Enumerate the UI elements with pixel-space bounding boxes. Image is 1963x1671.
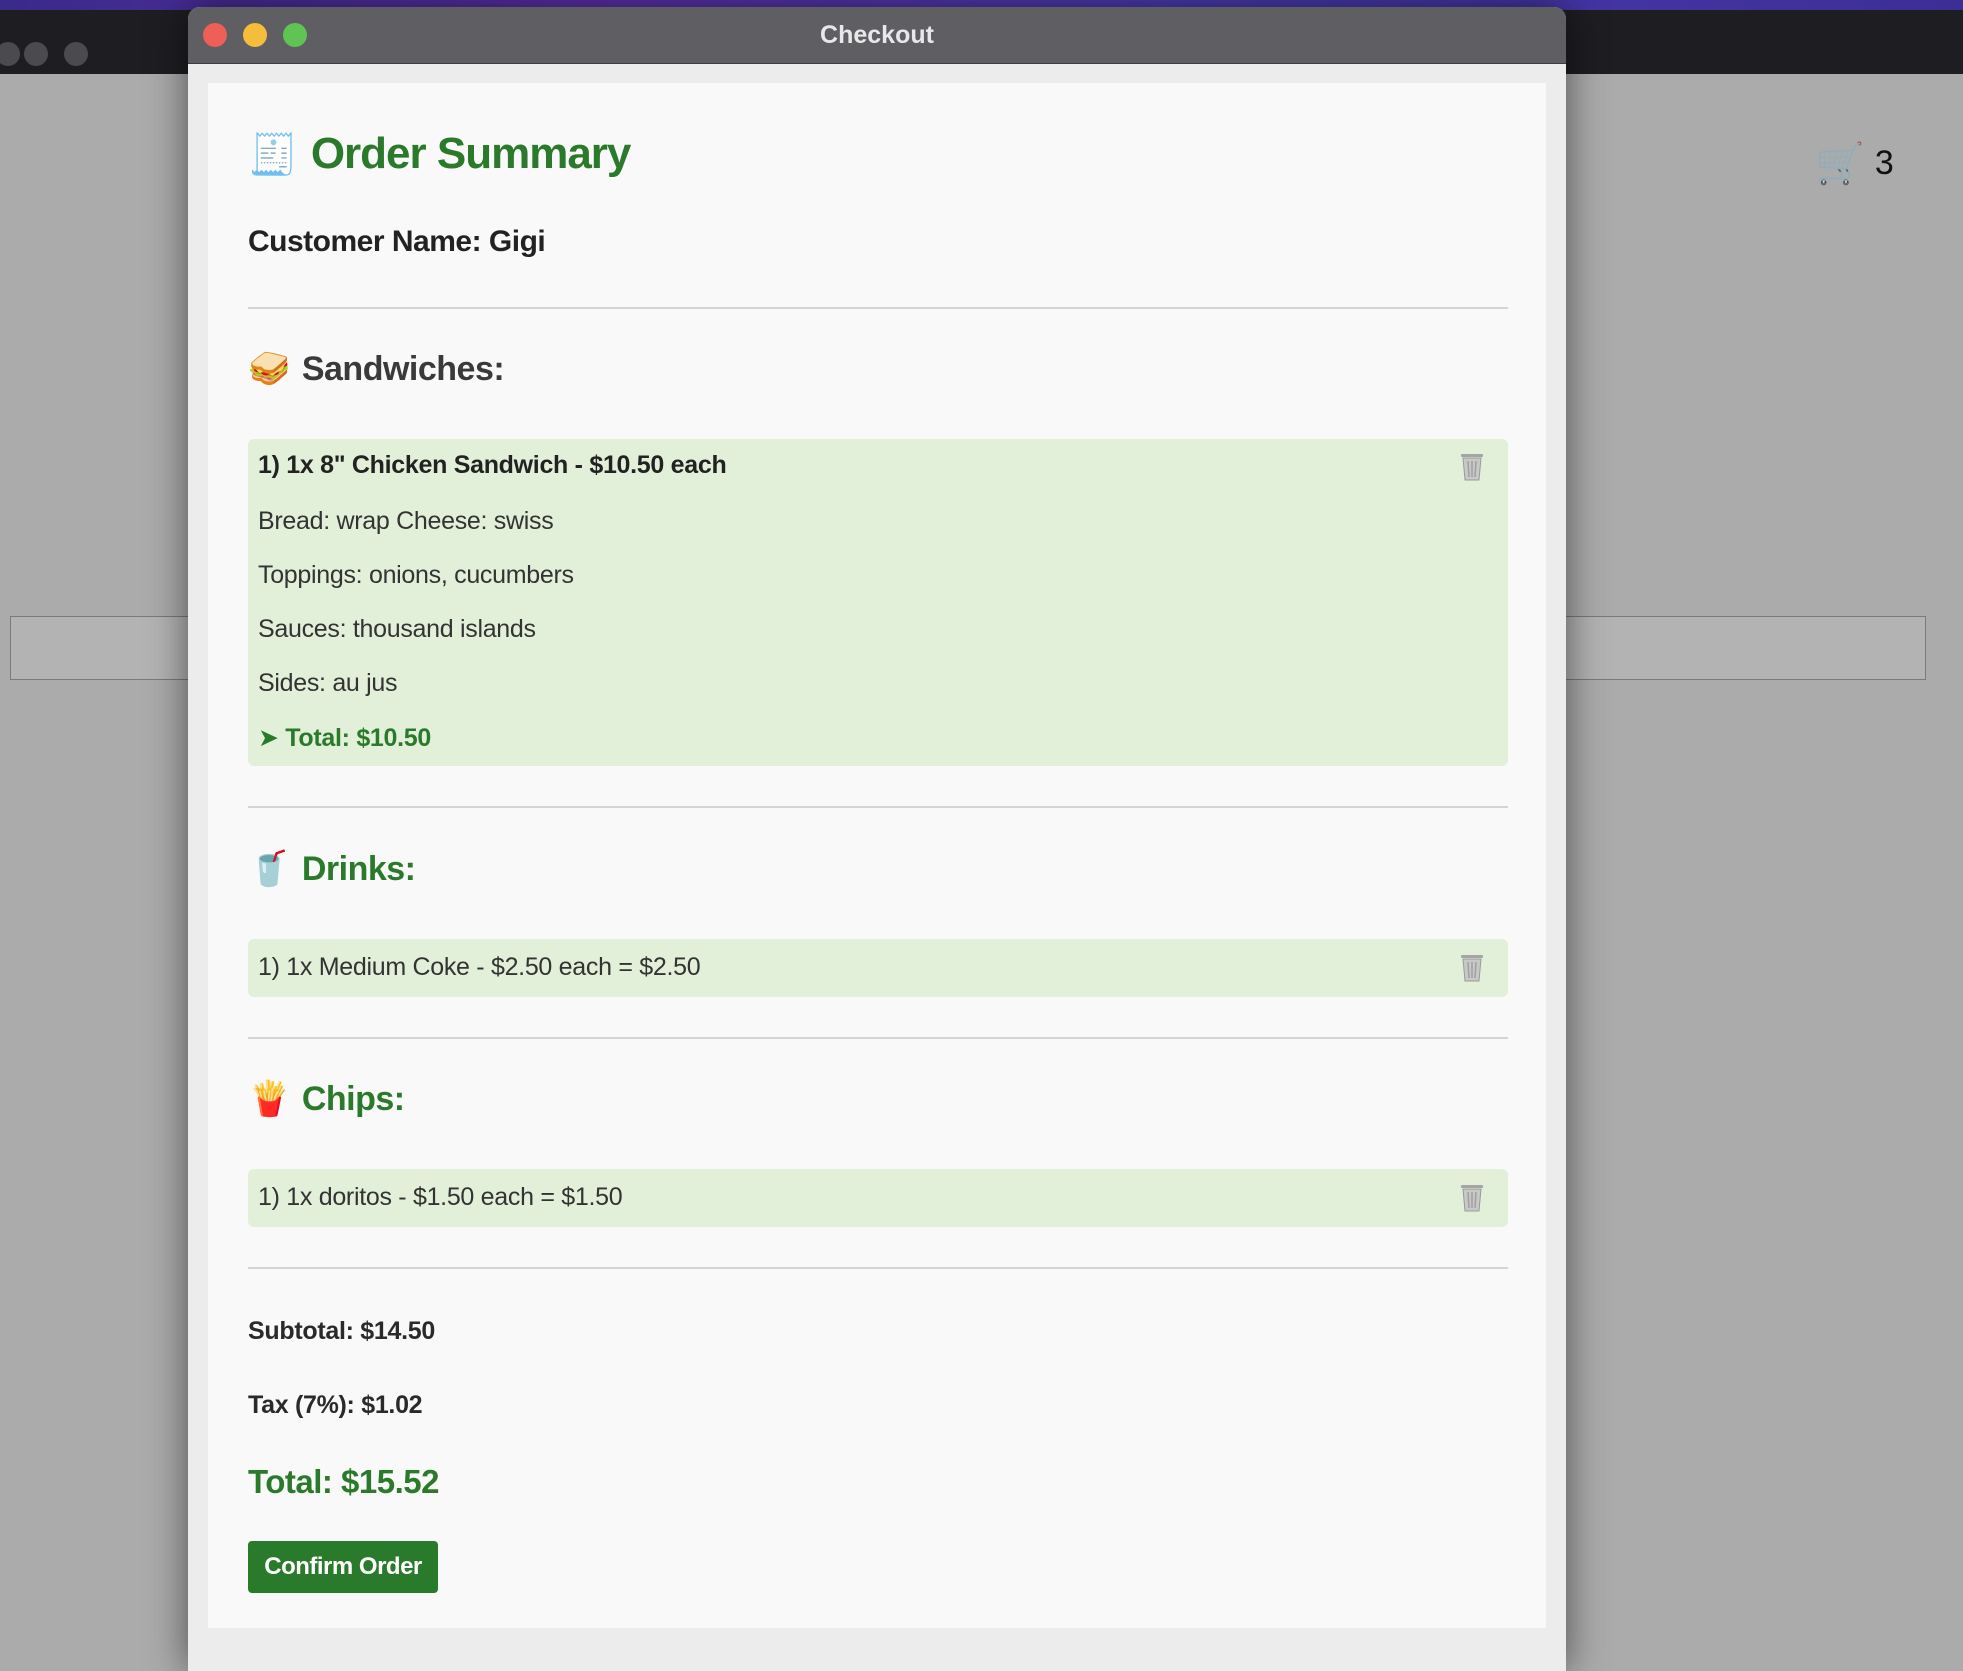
chips-section-title: 🍟 Chips: — [248, 1079, 405, 1119]
confirm-order-button[interactable]: Confirm Order — [248, 1541, 438, 1593]
divider — [248, 806, 1508, 808]
trash-icon[interactable] — [1458, 952, 1486, 982]
background-input-field-right[interactable] — [1560, 616, 1926, 680]
fries-icon: 🍟 — [248, 1080, 290, 1118]
sandwiches-title-text: Sandwiches: — [301, 349, 505, 388]
cart-count: 3 — [1874, 144, 1894, 182]
sandwich-sauces: Sauces: thousand islands — [258, 615, 536, 643]
drink-item-text: 1) 1x Medium Coke - $2.50 each = $2.50 — [258, 953, 701, 981]
sandwiches-section-title: 🥪 Sandwiches: — [248, 349, 505, 389]
subtotal-text: Subtotal: $14.50 — [248, 1317, 435, 1345]
background-maximize-dot[interactable] — [64, 42, 88, 66]
trash-icon[interactable] — [1458, 451, 1486, 481]
cart-indicator[interactable]: 🛒 3 — [1815, 140, 1894, 187]
background-minimize-dot[interactable] — [24, 42, 48, 66]
chips-item-text: 1) 1x doritos - $1.50 each = $1.50 — [258, 1183, 623, 1211]
checkout-dialog: Checkout 🧾 Order Summary Customer Name: … — [188, 7, 1566, 1671]
sandwich-sides: Sides: au jus — [258, 669, 398, 697]
drinks-title-text: Drinks: — [301, 849, 416, 888]
sandwich-item-total: ➤ Total: $10.50 — [258, 724, 431, 752]
page-title: 🧾 Order Summary — [248, 129, 632, 179]
dialog-titlebar: Checkout — [188, 7, 1566, 64]
sandwich-item-card: 1) 1x 8" Chicken Sandwich - $10.50 each … — [248, 439, 1508, 766]
chips-item-card: 1) 1x doritos - $1.50 each = $1.50 — [248, 1169, 1508, 1227]
divider — [248, 1037, 1508, 1039]
chips-title-text: Chips: — [301, 1079, 405, 1118]
divider — [248, 307, 1508, 309]
sandwich-icon: 🥪 — [248, 350, 290, 388]
grand-total-text: Total: $15.52 — [248, 1463, 439, 1500]
drinks-section-title: 🥤 Drinks: — [248, 849, 416, 889]
order-panel: 🧾 Order Summary Customer Name: Gigi 🥪 Sa… — [208, 83, 1546, 1628]
sandwich-item-header: 1) 1x 8" Chicken Sandwich - $10.50 each — [258, 451, 727, 479]
customer-name: Customer Name: Gigi — [248, 225, 546, 258]
background-input-field[interactable] — [10, 616, 212, 680]
shopping-cart-icon: 🛒 — [1815, 142, 1865, 186]
sandwich-toppings: Toppings: onions, cucumbers — [258, 561, 574, 589]
background-close-dot[interactable] — [0, 42, 20, 66]
drink-item-card: 1) 1x Medium Coke - $2.50 each = $2.50 — [248, 939, 1508, 997]
window-title: Checkout — [820, 21, 934, 49]
sandwich-bread-cheese: Bread: wrap Cheese: swiss — [258, 507, 554, 535]
dialog-bottom-area — [188, 1628, 1566, 1671]
page-title-text: Order Summary — [310, 129, 632, 178]
tax-text: Tax (7%): $1.02 — [248, 1391, 423, 1419]
drink-cup-icon: 🥤 — [248, 850, 290, 888]
divider — [248, 1267, 1508, 1269]
trash-icon[interactable] — [1458, 1182, 1486, 1212]
receipt-icon: 🧾 — [248, 132, 298, 177]
